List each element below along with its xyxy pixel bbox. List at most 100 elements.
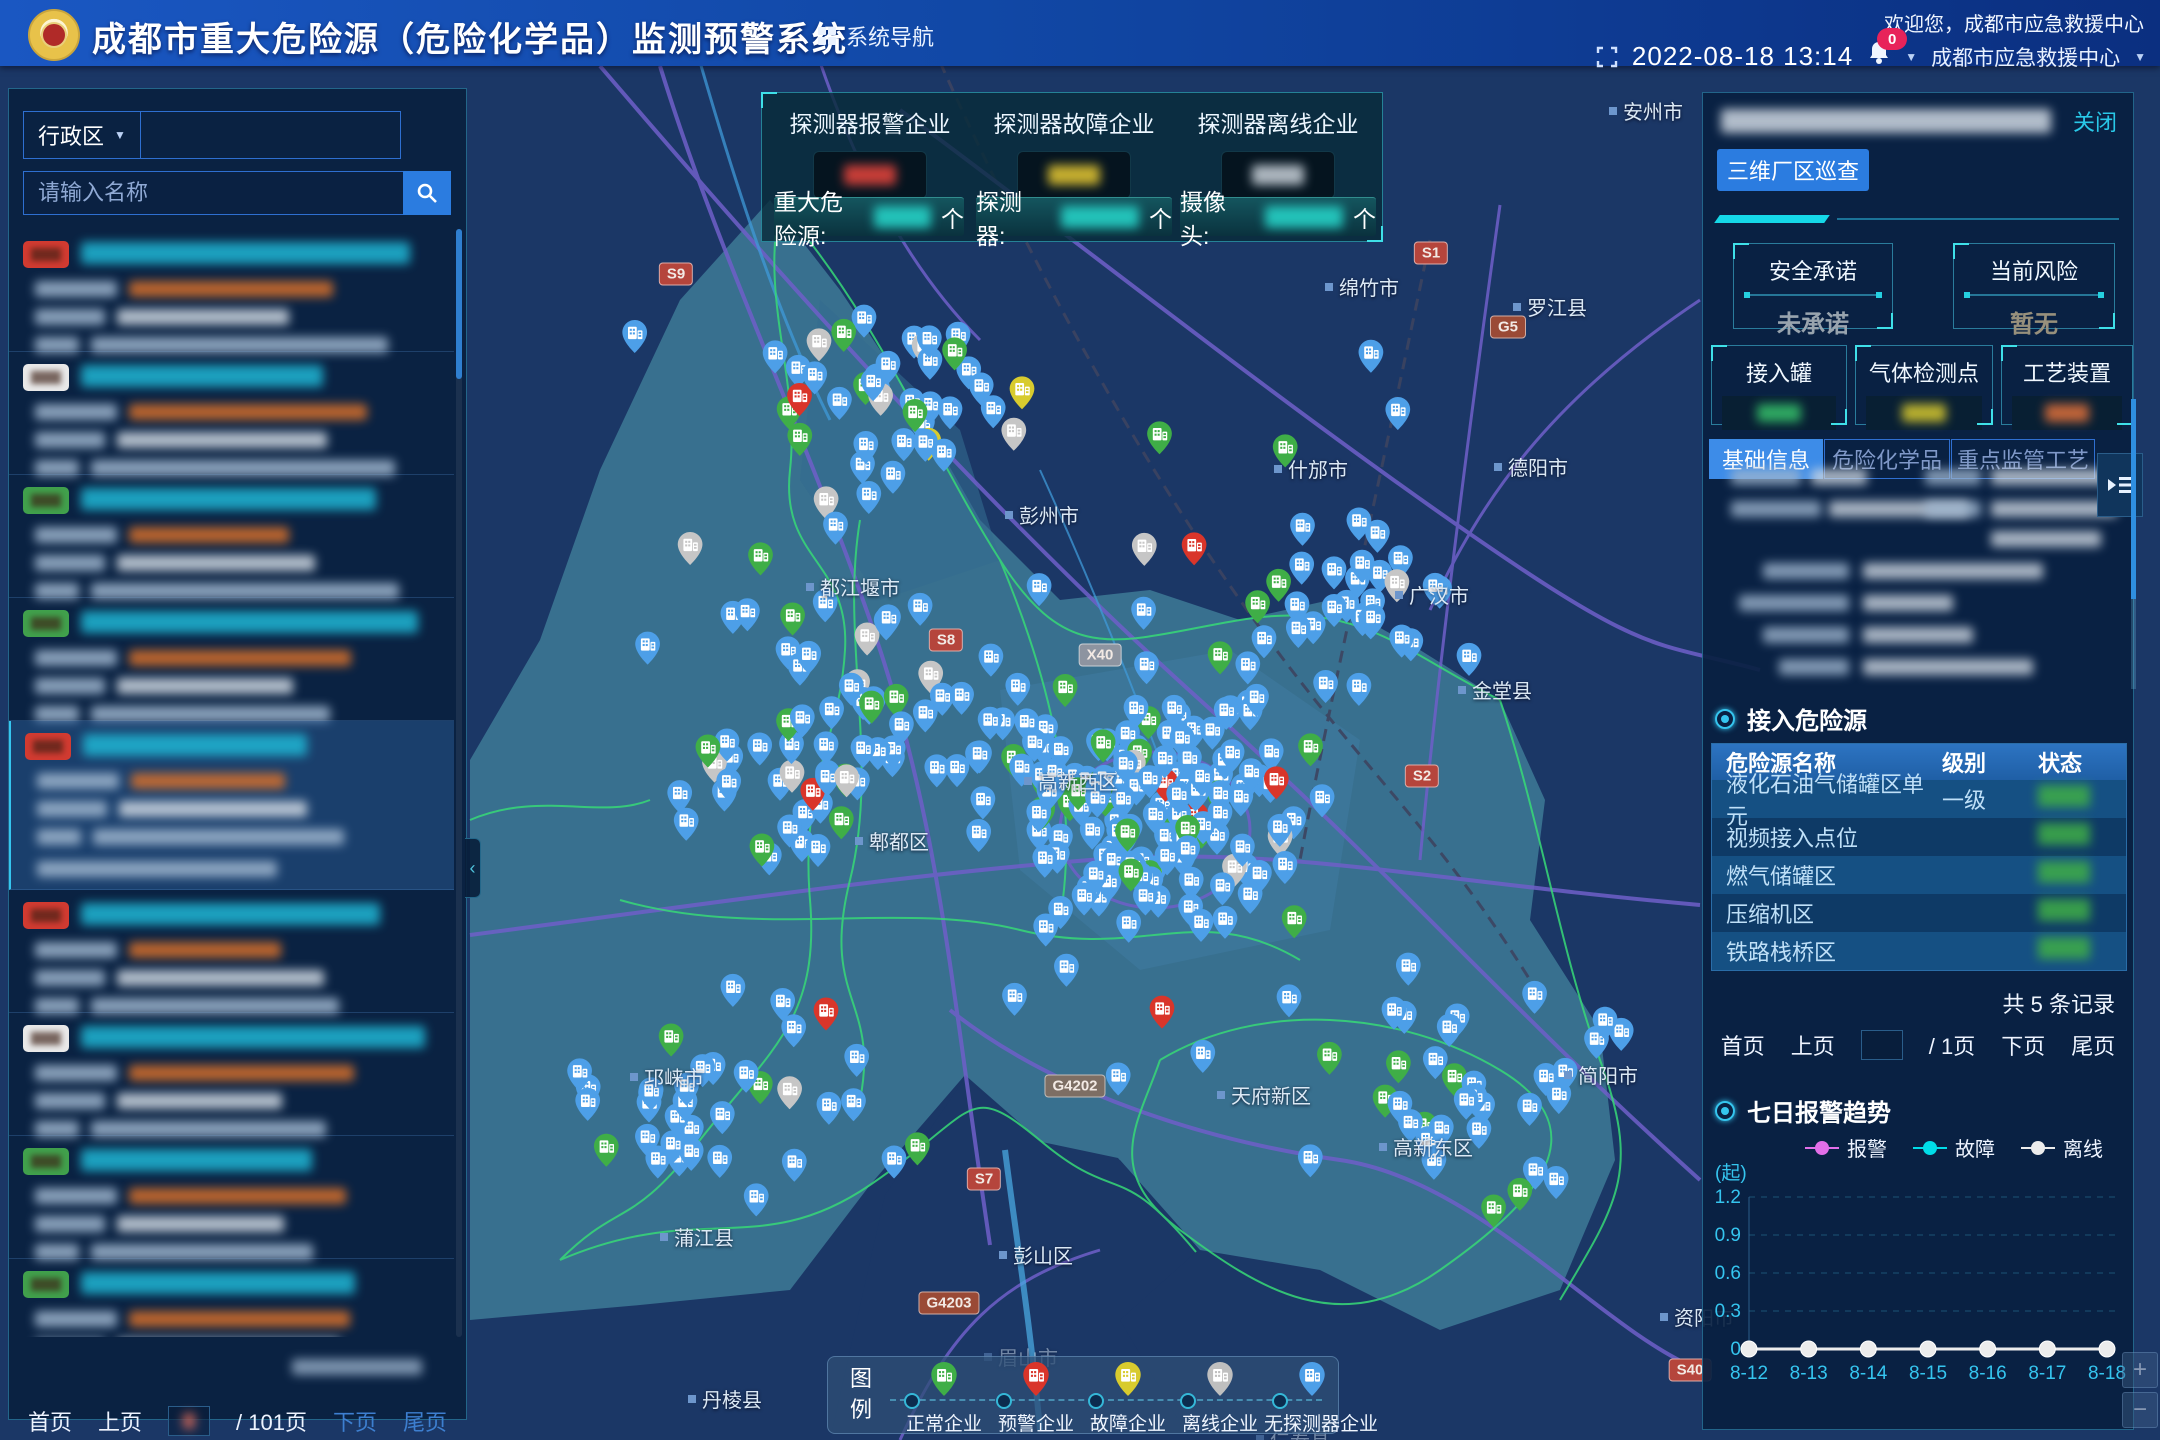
page-prev[interactable]: 上页 — [98, 1405, 142, 1437]
safety-promise-box: 安全承诺 未承诺 — [1733, 243, 1893, 329]
region-filter-select[interactable]: 行政区 ▼ — [23, 111, 401, 159]
table-row[interactable]: 铁路栈桥区 — [1712, 932, 2126, 970]
svg-text:8-18: 8-18 — [2088, 1363, 2126, 1384]
system-nav-button[interactable]: 系统导航 — [818, 20, 934, 52]
company-list-item[interactable] — [9, 352, 454, 475]
page-first[interactable]: 首页 — [1721, 1029, 1765, 1061]
panel-scrollbar[interactable] — [2131, 399, 2136, 689]
divider — [1717, 215, 2119, 223]
counter-camera: 摄像头:个 — [1180, 197, 1376, 236]
page-next[interactable]: 下页 — [333, 1405, 377, 1437]
road-badge: S1 — [1414, 242, 1448, 265]
region-filter-label: 行政区 — [38, 119, 104, 151]
map-place-label: 彭州市 — [1005, 500, 1079, 529]
company-list-item[interactable] — [9, 475, 454, 598]
page-input[interactable] — [168, 1406, 210, 1436]
svg-text:0: 0 — [1730, 1339, 1741, 1360]
table-row[interactable]: 燃气储罐区 — [1712, 856, 2126, 894]
status-badge — [23, 902, 69, 929]
company-name-blurred — [81, 488, 376, 510]
svg-text:8-16: 8-16 — [1969, 1363, 2007, 1384]
company-name-blurred — [81, 611, 418, 633]
page-input[interactable] — [1861, 1030, 1903, 1060]
welcome-text: 欢迎您，成都市应急救援中心 — [1884, 8, 2144, 37]
trend-legend: 报警故障离线 — [1703, 1133, 2133, 1162]
panel-slide-button[interactable] — [2097, 453, 2143, 517]
road-badge: S9 — [659, 263, 693, 286]
map-place-label: 天府新区 — [1217, 1080, 1311, 1109]
search-button[interactable] — [403, 171, 451, 215]
company-list-item[interactable] — [9, 1259, 454, 1337]
map-place-label: 郫都区 — [855, 826, 929, 855]
map-place-label: 简阳市 — [1564, 1060, 1638, 1089]
legend-item-报警[interactable]: 报警 — [1805, 1133, 1887, 1162]
chevron-down-icon: ▼ — [114, 128, 126, 142]
page-last[interactable]: 尾页 — [2071, 1029, 2115, 1061]
map-place-label: 德阳市 — [1494, 452, 1568, 481]
svg-text:8-13: 8-13 — [1790, 1363, 1828, 1384]
search-input[interactable] — [23, 171, 403, 215]
notification-bell-icon[interactable]: 0 — [1867, 40, 1891, 73]
metric-process: 工艺装置 — [2001, 345, 2133, 425]
map-place-label: 绵竹市 — [1325, 272, 1399, 301]
search-bar — [23, 171, 451, 215]
company-list-item[interactable] — [9, 229, 454, 352]
fullscreen-icon[interactable] — [1596, 46, 1618, 68]
map-place-label: 彭山区 — [999, 1240, 1073, 1269]
table-record-count: 共 5 条记录 — [2003, 987, 2115, 1019]
page-first[interactable]: 首页 — [28, 1405, 72, 1437]
map-place-label: 高新西区 — [1024, 766, 1118, 795]
nav-label: 系统导航 — [846, 20, 934, 52]
stat-card-title: 探测器故障企业 — [974, 105, 1174, 139]
sidebar-scrollbar[interactable] — [456, 229, 462, 1337]
company-list-item[interactable] — [9, 1136, 454, 1259]
counter-hazard: 重大危险源:个 — [774, 197, 964, 236]
app-root: 安州市绵竹市罗江县什邡市德阳市广汉市金堂县都江堰市彭州市高新西区郫都区天府新区高… — [0, 0, 2160, 1440]
zoom-in-button[interactable]: + — [2122, 1352, 2158, 1388]
company-name-blurred — [81, 1026, 425, 1048]
map-place-label: 什邡市 — [1274, 454, 1348, 483]
legend-item-离线[interactable]: 离线 — [2021, 1133, 2103, 1162]
stats-panel: 探测器报警企业 探测器故障企业 探测器离线企业 重大危险源:个 探测器:个 摄像… — [761, 92, 1383, 242]
company-name-blurred — [81, 1149, 312, 1171]
status-badge — [23, 364, 69, 391]
map-zoom-control: + − — [2122, 1352, 2158, 1432]
company-list-item[interactable] — [9, 1013, 454, 1136]
map-place-label: 蒲江县 — [660, 1222, 734, 1251]
app-logo-icon — [28, 9, 80, 61]
legend-pin-icon — [1206, 1361, 1234, 1397]
table-row[interactable]: 视频接入点位 — [1712, 818, 2126, 856]
legend-title: 图例 — [850, 1363, 874, 1425]
table-row[interactable]: 压缩机区 — [1712, 894, 2126, 932]
3d-patrol-button[interactable]: 三维厂区巡查 — [1717, 149, 1869, 191]
page-next[interactable]: 下页 — [2001, 1029, 2045, 1061]
org-dropdown[interactable]: 成都市应急救援中心 — [1931, 42, 2120, 72]
page-total: / 101页 — [236, 1405, 307, 1437]
page-prev[interactable]: 上页 — [1791, 1029, 1835, 1061]
svg-text:0.9: 0.9 — [1715, 1225, 1741, 1246]
enterprise-detail-panel: 关闭 三维厂区巡查 安全承诺 未承诺 当前风险 暂无 接入罐 气体检测点 工艺装… — [1702, 92, 2134, 1430]
current-risk-box: 当前风险 暂无 — [1953, 243, 2115, 329]
company-list-item[interactable] — [9, 721, 454, 890]
hazard-section-header: 接入危险源 — [1715, 701, 1867, 736]
metric-tank: 接入罐 — [1711, 345, 1847, 425]
svg-text:1.2: 1.2 — [1715, 1187, 1741, 1208]
sidebar-collapse-button[interactable]: ‹ — [465, 838, 481, 898]
legend-item-故障[interactable]: 故障 — [1913, 1133, 1995, 1162]
search-icon — [416, 182, 438, 204]
page-last[interactable]: 尾页 — [403, 1405, 447, 1437]
zoom-out-button[interactable]: − — [2122, 1392, 2158, 1428]
map-place-label: 高新东区 — [1379, 1132, 1473, 1161]
map-place-label: 广汉市 — [1395, 580, 1469, 609]
table-row[interactable]: 液化石油气储罐区单元一级 — [1712, 780, 2126, 818]
close-button[interactable]: 关闭 — [2073, 105, 2117, 137]
notification-badge: 0 — [1877, 28, 1907, 50]
trend-section-header: 七日报警趋势 — [1715, 1093, 1891, 1128]
page-title: 成都市重大危险源（危险化学品）监测预警系统 — [92, 12, 848, 61]
company-list-item[interactable] — [9, 598, 454, 721]
enterprise-title-blurred — [1721, 109, 2051, 133]
bullet-icon — [1715, 1101, 1735, 1121]
company-list-item[interactable] — [9, 890, 454, 1013]
legend-pin-icon — [1114, 1361, 1142, 1397]
status-badge — [23, 241, 69, 268]
